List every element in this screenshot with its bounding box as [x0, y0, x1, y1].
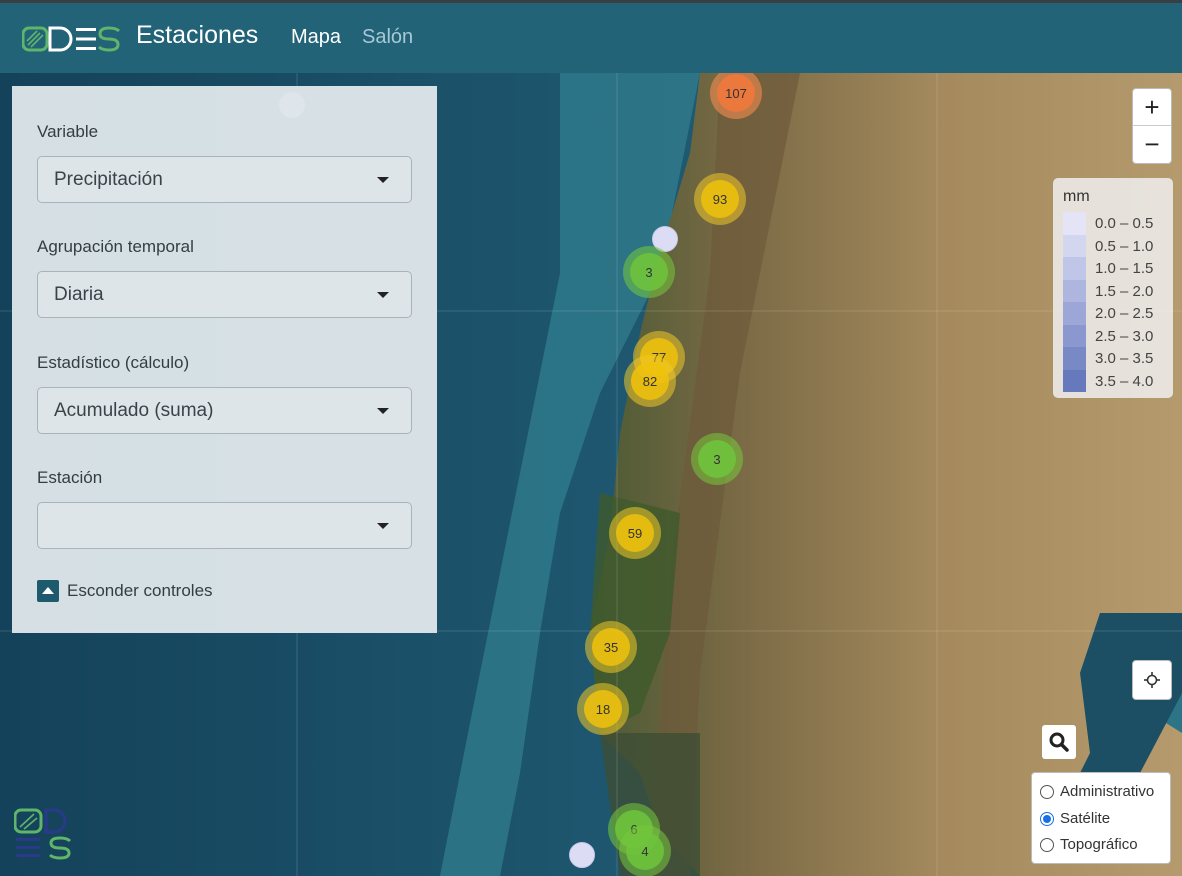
cluster-count: 4 [626, 832, 664, 870]
layer-label: Topográfico [1060, 836, 1138, 853]
legend-row: 2.5 – 3.0 [1063, 324, 1163, 347]
station-select[interactable] [37, 502, 412, 549]
layer-satelite[interactable]: Satélite [1040, 810, 1110, 827]
caret-down-icon [377, 177, 389, 183]
cluster-count: 3 [698, 440, 736, 478]
caret-down-icon [377, 292, 389, 298]
zoom-in-button[interactable]: + [1133, 89, 1171, 126]
cluster-count: 107 [717, 74, 755, 112]
cluster-count: 59 [616, 514, 654, 552]
legend-swatch [1063, 347, 1086, 370]
legend-range: 0.5 – 1.0 [1095, 237, 1154, 255]
legend-swatch [1063, 212, 1086, 235]
legend-title: mm [1063, 188, 1090, 205]
cluster-count: 93 [701, 180, 739, 218]
radio-button[interactable] [1040, 811, 1054, 826]
radio-button[interactable] [1040, 784, 1054, 799]
map-search-button[interactable] [1042, 725, 1076, 759]
legend-range: 3.0 – 3.5 [1095, 350, 1154, 367]
cluster-marker[interactable]: 93 [694, 173, 746, 225]
hide-controls-toggle[interactable]: Esconder controles [37, 580, 213, 602]
statistic-label: Estadístico (cálculo) [37, 353, 190, 372]
cluster-count: 35 [592, 628, 630, 666]
statistic-value: Acumulado (suma) [54, 400, 214, 421]
zoom-control: + − [1132, 88, 1172, 164]
variable-value: Precipitación [54, 169, 163, 190]
cluster-count: 82 [631, 362, 669, 400]
legend-swatch [1063, 302, 1086, 325]
legend-range: 1.0 – 1.5 [1095, 260, 1154, 277]
cluster-marker[interactable]: 3 [623, 246, 675, 298]
controls-panel: Variable Precipitación Agrupación tempor… [12, 86, 437, 633]
layer-topografico[interactable]: Topográfico [1040, 836, 1138, 853]
precipitation-legend: mm 0.0 – 0.5 0.5 – 1.0 1.0 – 1.5 1.5 – 2… [1053, 178, 1173, 398]
variable-select[interactable]: Precipitación [37, 156, 412, 203]
legend-row: 2.0 – 2.5 [1063, 302, 1163, 325]
app-title: Estaciones [136, 21, 259, 49]
legend-range: 2.0 – 2.5 [1095, 305, 1154, 322]
legend-row: 3.5 – 4.0 [1063, 369, 1163, 392]
station-marker[interactable] [569, 842, 595, 868]
hide-controls-label: Esconder controles [67, 581, 213, 600]
layer-label: Satélite [1060, 810, 1111, 827]
legend-range: 0.0 – 0.5 [1095, 215, 1154, 232]
legend-swatch [1063, 257, 1086, 280]
legend-range: 3.5 – 4.0 [1095, 372, 1154, 390]
search-icon [1049, 732, 1069, 752]
base-layer-control: Administrativo Satélite Topográfico [1031, 772, 1171, 864]
cluster-count: 3 [630, 253, 668, 291]
nav-mapa[interactable]: Mapa [291, 26, 341, 49]
crosshair-icon [1144, 672, 1160, 688]
caret-down-icon [377, 408, 389, 414]
cluster-marker[interactable]: 3 [691, 433, 743, 485]
legend-swatch [1063, 234, 1086, 257]
legend-swatch [1063, 279, 1086, 302]
legend-row: 1.5 – 2.0 [1063, 279, 1163, 302]
cluster-marker[interactable]: 35 [585, 621, 637, 673]
caret-up-icon [37, 580, 59, 602]
legend-row: 0.0 – 0.5 [1063, 212, 1163, 235]
variable-label: Variable [37, 122, 99, 141]
legend-swatch [1063, 324, 1086, 347]
odes-logo-mark [14, 808, 72, 860]
radio-button[interactable] [1040, 837, 1054, 852]
grouping-value: Diaria [54, 284, 104, 305]
statistic-select[interactable]: Acumulado (suma) [37, 387, 412, 434]
legend-row: 1.0 – 1.5 [1063, 257, 1163, 280]
legend-range: 1.5 – 2.0 [1095, 282, 1154, 300]
cluster-marker[interactable]: 82 [624, 355, 676, 407]
grouping-select[interactable]: Diaria [37, 271, 412, 318]
layer-label: Administrativo [1060, 783, 1155, 800]
grouping-label: Agrupación temporal [37, 237, 194, 256]
zoom-out-button[interactable]: − [1133, 126, 1171, 163]
caret-down-icon [377, 523, 389, 529]
cluster-count: 18 [584, 690, 622, 728]
station-label: Estación [37, 468, 103, 487]
nav-salon[interactable]: Salón [362, 26, 413, 49]
cluster-marker[interactable]: 18 [577, 683, 629, 735]
legend-swatch [1063, 369, 1086, 392]
odes-logo[interactable] [22, 25, 122, 53]
legend-row: 0.5 – 1.0 [1063, 234, 1163, 257]
legend-range: 2.5 – 3.0 [1095, 327, 1154, 345]
navbar: Estaciones Mapa Salón [0, 3, 1182, 73]
locate-button[interactable] [1132, 660, 1172, 700]
cluster-marker[interactable]: 4 [619, 825, 671, 876]
cluster-marker[interactable]: 59 [609, 507, 661, 559]
legend-row: 3.0 – 3.5 [1063, 347, 1163, 370]
layer-administrativo[interactable]: Administrativo [1040, 783, 1154, 800]
